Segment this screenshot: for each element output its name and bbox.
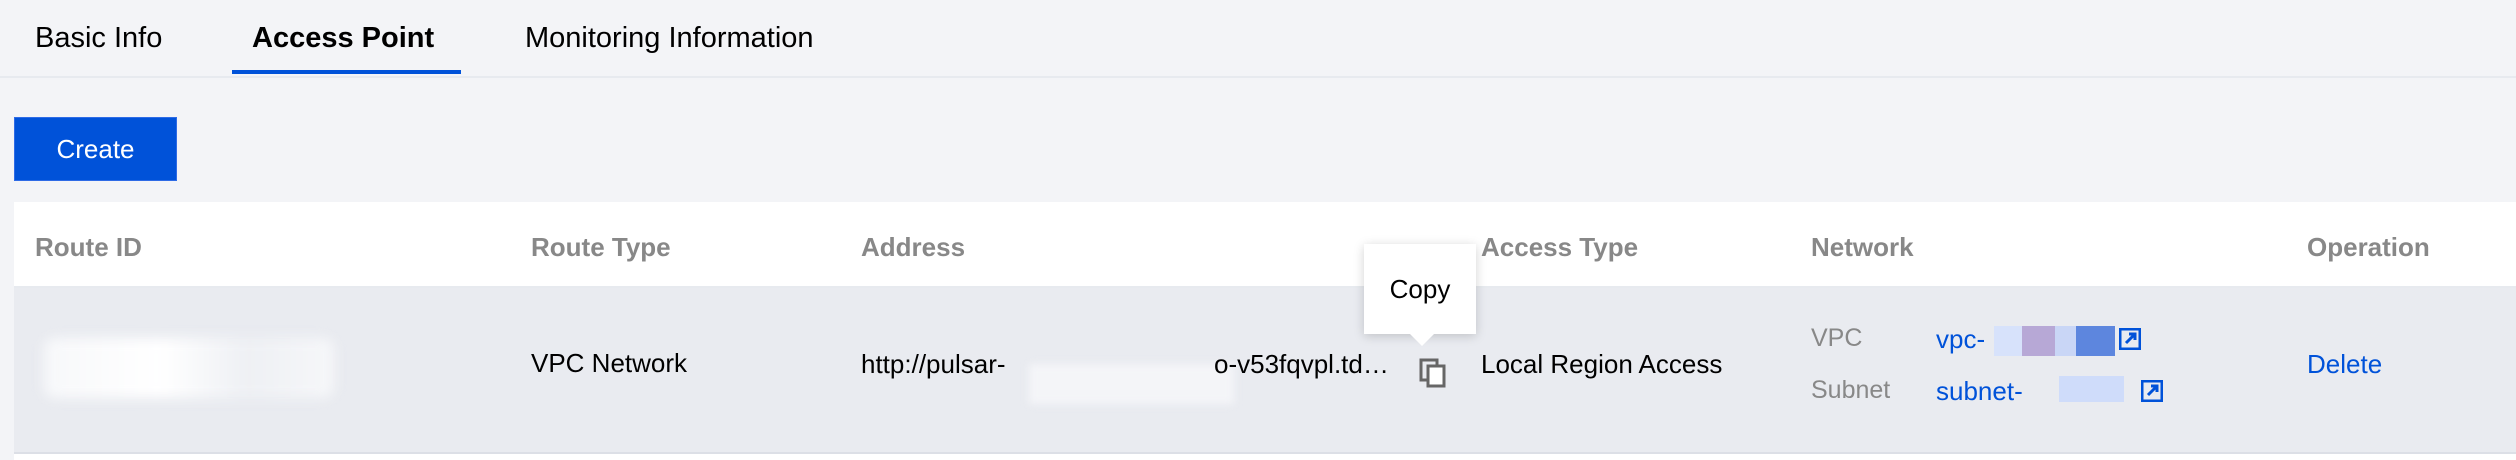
address-redacted — [1029, 364, 1234, 404]
column-header-access-type: Access Type — [1481, 232, 1639, 262]
column-header-route-type: Route Type — [531, 232, 671, 262]
column-header-network: Network — [1811, 232, 1914, 262]
create-button[interactable]: Create — [14, 117, 177, 181]
access-point-table: Route ID Route Type Address Access Type … — [14, 202, 2516, 460]
vpc-label: VPC — [1811, 324, 1863, 352]
table-header: Route ID Route Type Address Access Type … — [14, 202, 2516, 288]
vpc-external-link-icon[interactable] — [2119, 328, 2141, 350]
tab-access-point[interactable]: Access Point — [252, 22, 434, 55]
table-row: VPC Network http://pulsar- o-v53fqvpl.td… — [14, 288, 2516, 454]
subnet-external-link-icon[interactable] — [2141, 380, 2163, 402]
column-header-address: Address — [861, 232, 966, 262]
subnet-link[interactable]: subnet- — [1936, 376, 2023, 407]
vpc-redaction — [2076, 326, 2115, 356]
route-type-value: VPC Network — [531, 348, 688, 378]
route-id-redacted — [44, 338, 334, 398]
vpc-redaction — [2022, 326, 2055, 356]
tab-basic-info[interactable]: Basic Info — [35, 22, 162, 55]
vpc-redaction — [2055, 326, 2076, 356]
subnet-redaction — [2059, 376, 2124, 402]
copy-icon[interactable] — [1419, 358, 1447, 388]
column-header-operation: Operation — [2307, 232, 2430, 262]
tab-bar: Basic Info Access Point Monitoring Infor… — [0, 0, 2516, 78]
active-tab-indicator — [232, 70, 461, 74]
delete-button[interactable]: Delete — [2307, 349, 2382, 380]
column-header-route-id: Route ID — [35, 232, 142, 262]
address-start: http://pulsar- — [861, 349, 1006, 379]
vpc-redaction — [1994, 326, 2022, 356]
address-end: o-v53fqvpl.td… — [1214, 349, 1389, 379]
subnet-label: Subnet — [1811, 376, 1891, 404]
access-type-value: Local Region Access — [1481, 349, 1723, 379]
vpc-link[interactable]: vpc- — [1936, 324, 1985, 355]
tab-monitoring-information[interactable]: Monitoring Information — [525, 22, 814, 55]
copy-tooltip: Copy — [1364, 244, 1476, 346]
